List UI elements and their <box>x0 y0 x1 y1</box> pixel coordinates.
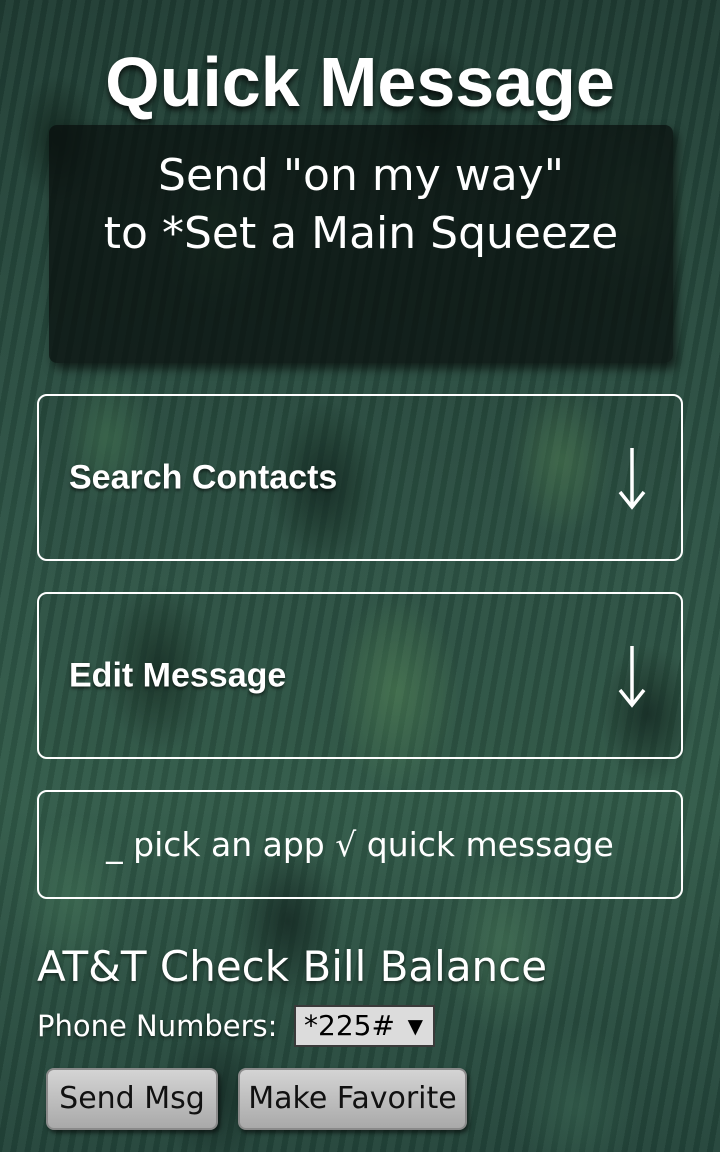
edit-message-panel[interactable]: Edit Message <box>37 592 683 759</box>
arrow-down-icon <box>618 447 646 510</box>
arrow-down-icon <box>618 645 646 708</box>
phone-numbers-label: Phone Numbers: <box>37 1009 278 1043</box>
message-preview-line-2: to *Set a Main Squeeze <box>103 208 619 259</box>
app-picker-button[interactable]: _ pick an app √ quick message <box>37 790 683 899</box>
make-favorite-button[interactable]: Make Favorite <box>238 1068 467 1130</box>
message-preview-line-1: Send "on my way" <box>158 150 564 201</box>
phone-number-select[interactable]: *225# ▼ <box>294 1005 435 1047</box>
phone-number-selected-value: *225# <box>304 1009 395 1042</box>
search-contacts-panel[interactable]: Search Contacts <box>37 394 683 561</box>
send-msg-button[interactable]: Send Msg <box>46 1068 218 1130</box>
message-preview: Send "on my way" to *Set a Main Squeeze <box>49 125 673 363</box>
carrier-section-title: AT&T Check Bill Balance <box>37 942 548 991</box>
page-title: Quick Message <box>105 43 615 121</box>
search-contacts-label: Search Contacts <box>69 458 338 496</box>
edit-message-label: Edit Message <box>69 656 287 694</box>
triangle-down-icon: ▼ <box>407 1014 423 1038</box>
